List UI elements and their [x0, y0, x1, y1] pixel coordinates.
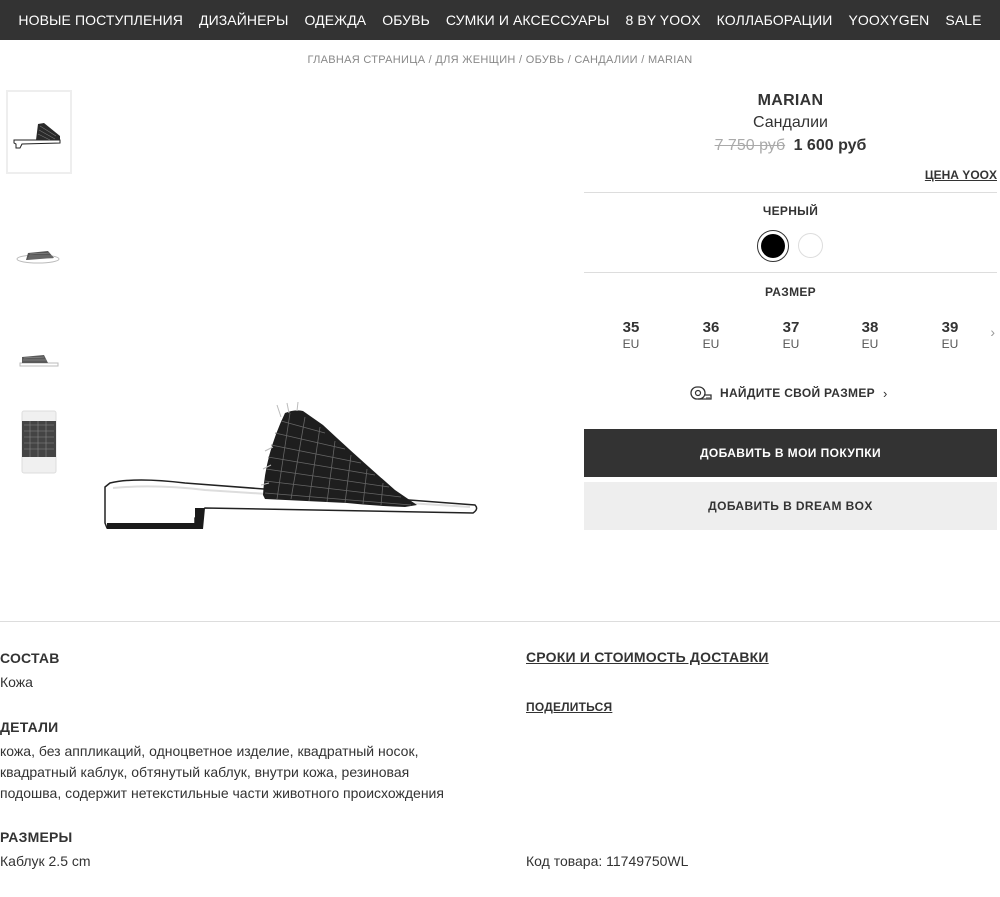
size-unit: EU — [702, 337, 720, 351]
color-swatch-white[interactable] — [798, 233, 823, 258]
breadcrumb-separator: / — [564, 54, 575, 66]
nav-shoes[interactable]: ОБУВЬ — [374, 12, 438, 28]
sizes-title: РАЗМЕРЫ — [0, 829, 73, 845]
find-your-size-link[interactable]: НАЙДИТЕ СВОЙ РАЗМЕР › — [690, 385, 887, 401]
size-number: 36 — [702, 319, 720, 336]
thumbnail-1[interactable] — [6, 90, 72, 174]
nav-sale[interactable]: SALE — [937, 12, 989, 28]
top-navigation: НОВЫЕ ПОСТУПЛЕНИЯ ДИЗАЙНЕРЫ ОДЕЖДА ОБУВЬ… — [0, 0, 1000, 40]
nav-designers[interactable]: ДИЗАЙНЕРЫ — [191, 12, 296, 28]
divider — [584, 192, 997, 193]
add-to-cart-button[interactable]: ДОБАВИТЬ В МОИ ПОКУПКИ — [584, 429, 997, 477]
find-size-label: НАЙДИТЕ СВОЙ РАЗМЕР — [720, 386, 875, 400]
sandal-angle-thumbnail — [16, 251, 60, 264]
breadcrumb-separator: / — [515, 54, 526, 66]
product-panel: MARIAN Сандалии 7 750 руб 1 600 руб ЦЕНА… — [584, 92, 997, 530]
nav-new-arrivals[interactable]: НОВЫЕ ПОСТУПЛЕНИЯ — [10, 12, 191, 28]
details-line-1: кожа, без аппликаций, одноцветное издели… — [0, 743, 419, 759]
size-option-38[interactable]: 38 EU — [850, 319, 890, 351]
product-brand[interactable]: MARIAN — [584, 92, 997, 110]
color-swatch-black[interactable] — [757, 230, 789, 262]
breadcrumb-women[interactable]: ДЛЯ ЖЕНЩИН — [435, 54, 515, 66]
nav-bags-accessories[interactable]: СУМКИ И АКСЕССУАРЫ — [438, 12, 618, 28]
size-option-37[interactable]: 37 EU — [771, 319, 811, 351]
nav-yooxygen[interactable]: YOOXYGEN — [840, 12, 937, 28]
composition-title: СОСТАВ — [0, 650, 60, 666]
product-code: Код товара: 11749750WL — [526, 853, 689, 869]
sale-price: 1 600 руб — [793, 137, 867, 154]
breadcrumb-separator: / — [425, 54, 436, 66]
thumbnail-3[interactable] — [6, 316, 72, 400]
section-divider — [0, 621, 1000, 622]
breadcrumb-home[interactable]: ГЛАВНАЯ СТРАНИЦА — [307, 54, 425, 66]
nav-collaborations[interactable]: КОЛЛАБОРАЦИИ — [709, 12, 841, 28]
size-number: 35 — [622, 319, 640, 336]
color-swatch-black-fill — [761, 234, 785, 258]
divider — [584, 272, 997, 273]
size-unit: EU — [861, 337, 879, 351]
size-number: 39 — [941, 319, 959, 336]
size-unit: EU — [622, 337, 640, 351]
breadcrumb-separator: / — [637, 54, 648, 66]
sizes-text: Каблук 2.5 cm — [0, 853, 91, 869]
yoox-price-link[interactable]: ЦЕНА YOOX — [925, 168, 997, 182]
tape-measure-icon — [690, 386, 712, 400]
sandal-top-thumbnail — [21, 410, 57, 474]
size-option-36[interactable]: 36 EU — [691, 319, 731, 351]
size-option-39[interactable]: 39 EU — [930, 319, 970, 351]
details-line-2: квадратный каблук, обтянутый каблук, вну… — [0, 764, 410, 780]
add-to-dreambox-button[interactable]: ДОБАВИТЬ В DREAM BOX — [584, 482, 997, 530]
share-link[interactable]: ПОДЕЛИТЬСЯ — [526, 700, 612, 714]
size-label: РАЗМЕР — [765, 285, 816, 299]
old-price: 7 750 руб — [714, 137, 786, 154]
chevron-right-icon[interactable]: › — [990, 324, 995, 340]
nav-8-by-yoox[interactable]: 8 BY YOOX — [618, 12, 709, 28]
breadcrumb-shoes[interactable]: ОБУВЬ — [526, 54, 565, 66]
details-line-3: подошва, содержит нетекстильные части жи… — [0, 785, 444, 801]
product-main-image — [104, 401, 478, 529]
size-number: 38 — [861, 319, 879, 336]
breadcrumb-sandals[interactable]: САНДАЛИИ — [574, 54, 637, 66]
details-title: ДЕТАЛИ — [0, 719, 59, 735]
size-unit: EU — [941, 337, 959, 351]
size-unit: EU — [782, 337, 800, 351]
size-number: 37 — [782, 319, 800, 336]
delivery-info-link[interactable]: СРОКИ И СТОИМОСТЬ ДОСТАВКИ — [526, 649, 769, 665]
sandal-side-thumbnail — [13, 123, 61, 149]
size-option-35[interactable]: 35 EU — [611, 319, 651, 351]
composition-text: Кожа — [0, 674, 33, 690]
price-row: 7 750 руб 1 600 руб — [584, 137, 997, 155]
chevron-right-icon: › — [882, 385, 888, 401]
product-category: Сандалии — [753, 114, 828, 131]
thumbnail-2[interactable] — [6, 214, 72, 298]
color-label: ЧЕРНЫЙ — [762, 204, 819, 218]
sandal-back-thumbnail — [19, 355, 59, 367]
breadcrumb-current: MARIAN — [647, 54, 693, 66]
breadcrumb: ГЛАВНАЯ СТРАНИЦА / ДЛЯ ЖЕНЩИН / ОБУВЬ / … — [0, 54, 1000, 66]
thumbnail-4[interactable] — [6, 400, 72, 484]
nav-clothing[interactable]: ОДЕЖДА — [296, 12, 374, 28]
